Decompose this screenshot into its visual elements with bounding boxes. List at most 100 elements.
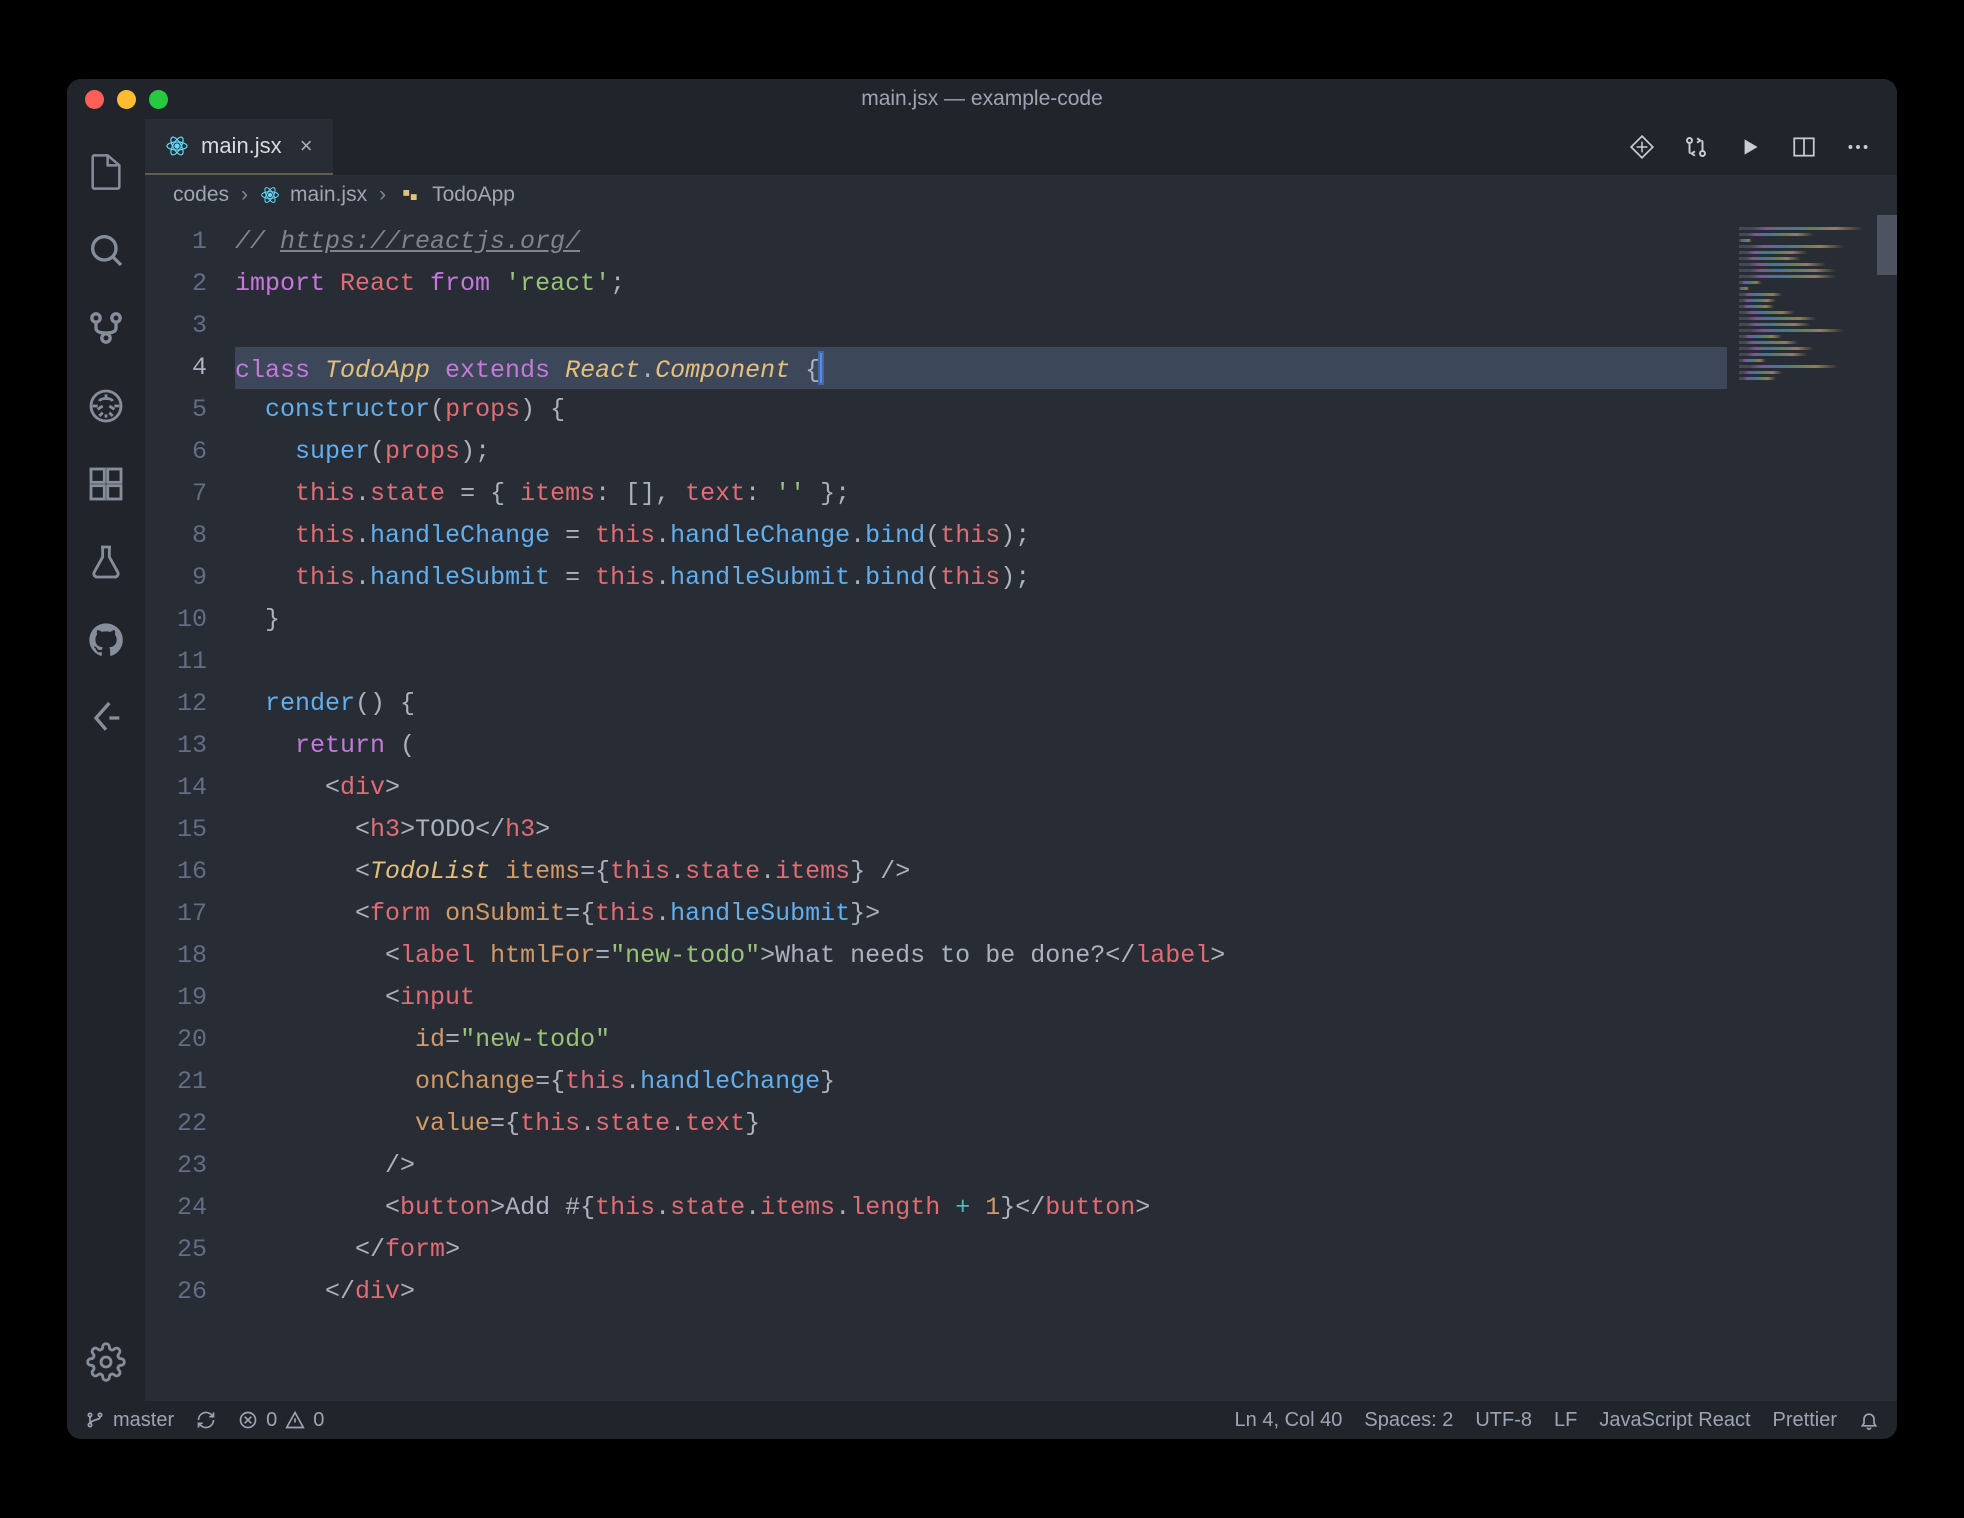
minimap-preview bbox=[1739, 227, 1877, 380]
code-content[interactable]: // https://reactjs.org/import React from… bbox=[235, 215, 1727, 1401]
code-line[interactable]: <TodoList items={this.state.items} /> bbox=[235, 851, 1727, 893]
code-line[interactable]: } bbox=[235, 599, 1727, 641]
indentation-indicator[interactable]: Spaces: 2 bbox=[1364, 1409, 1453, 1432]
code-line[interactable]: id="new-todo" bbox=[235, 1019, 1727, 1061]
tab-main-jsx[interactable]: main.jsx × bbox=[145, 119, 333, 175]
minimap[interactable] bbox=[1727, 215, 1897, 1401]
line-number: 2 bbox=[145, 263, 207, 305]
line-number: 17 bbox=[145, 893, 207, 935]
line-number: 8 bbox=[145, 515, 207, 557]
sync-changes-button[interactable] bbox=[196, 1410, 216, 1430]
git-branch-icon bbox=[85, 1410, 105, 1430]
line-number: 16 bbox=[145, 851, 207, 893]
warning-icon bbox=[285, 1410, 305, 1430]
line-number: 11 bbox=[145, 641, 207, 683]
code-line[interactable]: class TodoApp extends React.Component { bbox=[235, 347, 1727, 389]
code-line[interactable]: <h3>TODO</h3> bbox=[235, 809, 1727, 851]
code-line[interactable]: // https://reactjs.org/ bbox=[235, 221, 1727, 263]
line-number: 7 bbox=[145, 473, 207, 515]
code-line[interactable]: <label htmlFor="new-todo">What needs to … bbox=[235, 935, 1727, 977]
notifications-bell-icon[interactable] bbox=[1859, 1410, 1879, 1430]
line-number: 23 bbox=[145, 1145, 207, 1187]
code-line[interactable]: value={this.state.text} bbox=[235, 1103, 1727, 1145]
cursor-position[interactable]: Ln 4, Col 40 bbox=[1235, 1409, 1343, 1432]
settings-gear-icon[interactable] bbox=[67, 1323, 145, 1401]
extensions-icon[interactable] bbox=[67, 445, 145, 523]
line-number: 18 bbox=[145, 935, 207, 977]
line-number: 4 bbox=[145, 347, 207, 389]
minimap-slider[interactable] bbox=[1877, 215, 1897, 275]
code-line[interactable]: super(props); bbox=[235, 431, 1727, 473]
code-line[interactable]: this.state = { items: [], text: '' }; bbox=[235, 473, 1727, 515]
code-line[interactable]: constructor(props) { bbox=[235, 389, 1727, 431]
app-window: main.jsx — example-code bbox=[67, 79, 1897, 1439]
git-compare-icon[interactable] bbox=[1681, 132, 1711, 162]
search-icon[interactable] bbox=[67, 211, 145, 289]
problems-indicator[interactable]: 0 0 bbox=[238, 1409, 324, 1432]
status-bar: master 0 0 Ln 4, Col 40 Spaces: 2 UTF-8 … bbox=[67, 1401, 1897, 1439]
breadcrumb-file[interactable]: main.jsx bbox=[290, 183, 367, 207]
code-line[interactable]: render() { bbox=[235, 683, 1727, 725]
line-number: 14 bbox=[145, 767, 207, 809]
error-count: 0 bbox=[266, 1409, 277, 1432]
line-number: 10 bbox=[145, 599, 207, 641]
breadcrumb-folder[interactable]: codes bbox=[173, 183, 229, 207]
line-number: 19 bbox=[145, 977, 207, 1019]
chevron-right-icon: › bbox=[241, 183, 248, 207]
text-cursor bbox=[820, 353, 822, 383]
code-editor[interactable]: 1234567891011121314151617181920212223242… bbox=[145, 215, 1897, 1401]
line-number: 3 bbox=[145, 305, 207, 347]
branch-name: master bbox=[113, 1409, 174, 1432]
line-number: 26 bbox=[145, 1271, 207, 1313]
language-mode[interactable]: JavaScript React bbox=[1599, 1409, 1750, 1432]
line-number: 9 bbox=[145, 557, 207, 599]
error-icon bbox=[238, 1410, 258, 1430]
debug-icon[interactable] bbox=[67, 367, 145, 445]
editor-actions bbox=[1627, 119, 1897, 175]
code-line[interactable]: import React from 'react'; bbox=[235, 263, 1727, 305]
more-actions-icon[interactable] bbox=[1843, 132, 1873, 162]
tab-label: main.jsx bbox=[201, 133, 282, 159]
tab-close-icon[interactable]: × bbox=[300, 133, 313, 159]
code-line[interactable]: <div> bbox=[235, 767, 1727, 809]
code-line[interactable]: <input bbox=[235, 977, 1727, 1019]
code-line[interactable]: return ( bbox=[235, 725, 1727, 767]
line-number: 6 bbox=[145, 431, 207, 473]
line-number: 1 bbox=[145, 221, 207, 263]
formatter-indicator[interactable]: Prettier bbox=[1773, 1409, 1837, 1432]
line-number: 12 bbox=[145, 683, 207, 725]
explorer-icon[interactable] bbox=[67, 133, 145, 211]
git-branch-indicator[interactable]: master bbox=[85, 1409, 174, 1432]
code-line[interactable]: /> bbox=[235, 1145, 1727, 1187]
leetcode-icon[interactable] bbox=[67, 679, 145, 757]
line-number: 5 bbox=[145, 389, 207, 431]
compare-changes-icon[interactable] bbox=[1627, 132, 1657, 162]
react-icon bbox=[260, 185, 280, 205]
code-line[interactable]: <button>Add #{this.state.items.length + … bbox=[235, 1187, 1727, 1229]
line-number: 21 bbox=[145, 1061, 207, 1103]
breadcrumb-symbol[interactable]: TodoApp bbox=[432, 183, 515, 207]
chevron-right-icon: › bbox=[379, 183, 386, 207]
split-editor-icon[interactable] bbox=[1789, 132, 1819, 162]
titlebar: main.jsx — example-code bbox=[67, 79, 1897, 119]
eol-indicator[interactable]: LF bbox=[1554, 1409, 1577, 1432]
code-line[interactable] bbox=[235, 641, 1727, 683]
source-control-icon[interactable] bbox=[67, 289, 145, 367]
window-title: main.jsx — example-code bbox=[67, 87, 1897, 111]
run-code-icon[interactable] bbox=[1735, 132, 1765, 162]
code-line[interactable]: this.handleSubmit = this.handleSubmit.bi… bbox=[235, 557, 1727, 599]
code-line[interactable]: </div> bbox=[235, 1271, 1727, 1313]
code-line[interactable]: </form> bbox=[235, 1229, 1727, 1271]
code-line[interactable] bbox=[235, 305, 1727, 347]
encoding-indicator[interactable]: UTF-8 bbox=[1475, 1409, 1532, 1432]
warning-count: 0 bbox=[313, 1409, 324, 1432]
testing-beaker-icon[interactable] bbox=[67, 523, 145, 601]
line-number: 25 bbox=[145, 1229, 207, 1271]
line-number: 20 bbox=[145, 1019, 207, 1061]
code-line[interactable]: <form onSubmit={this.handleSubmit}> bbox=[235, 893, 1727, 935]
activity-bar bbox=[67, 119, 145, 1401]
code-line[interactable]: this.handleChange = this.handleChange.bi… bbox=[235, 515, 1727, 557]
breadcrumb[interactable]: codes › main.jsx › TodoApp bbox=[145, 175, 1897, 215]
code-line[interactable]: onChange={this.handleChange} bbox=[235, 1061, 1727, 1103]
github-icon[interactable] bbox=[67, 601, 145, 679]
